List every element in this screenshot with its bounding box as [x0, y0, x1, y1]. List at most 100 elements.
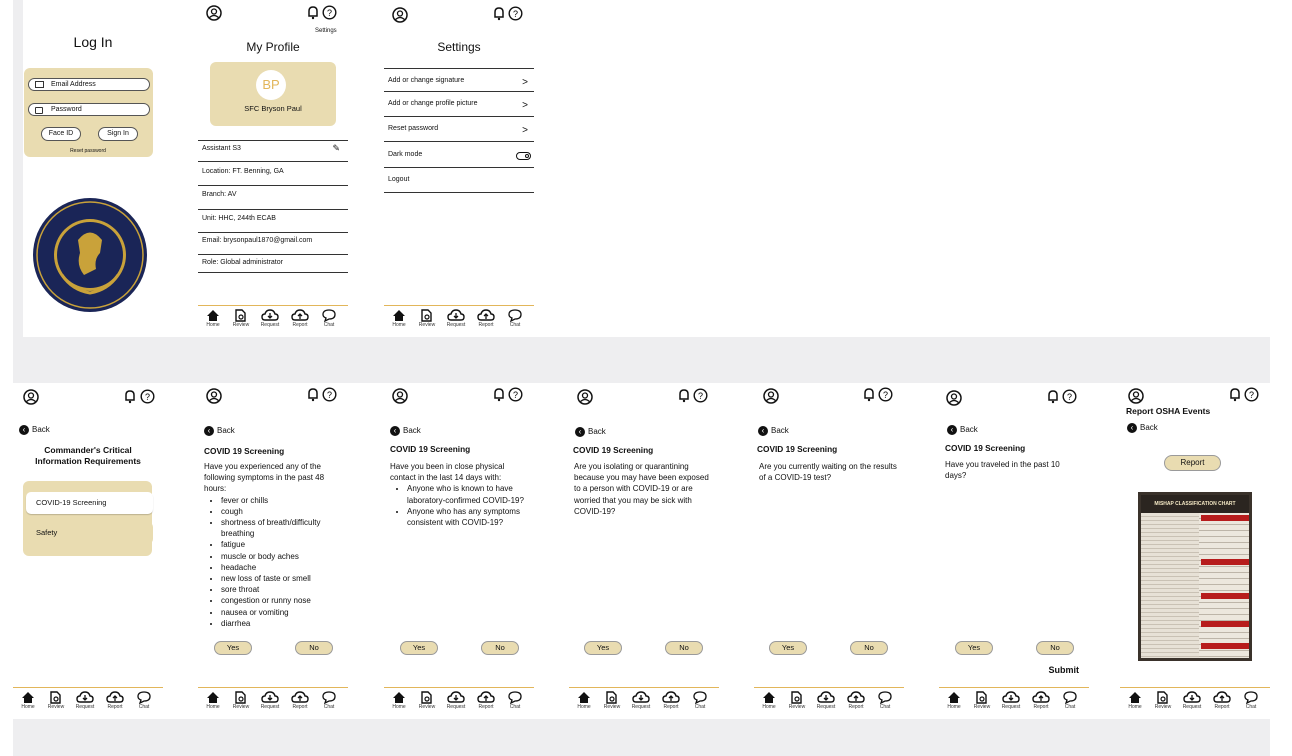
- nav-review[interactable]: Review: [227, 691, 255, 719]
- back-button[interactable]: ‹ Back: [758, 425, 789, 436]
- nav-review[interactable]: Review: [783, 691, 811, 719]
- account-icon[interactable]: [763, 388, 779, 404]
- bell-icon[interactable]: [677, 388, 691, 403]
- nav-chat[interactable]: Chat: [1056, 691, 1084, 719]
- help-icon[interactable]: ?: [508, 387, 523, 402]
- bell-icon[interactable]: [123, 389, 137, 404]
- account-icon[interactable]: [392, 388, 408, 404]
- account-icon[interactable]: [946, 390, 962, 406]
- settings-signature[interactable]: Add or change signature >: [384, 68, 534, 92]
- nav-request[interactable]: Request: [812, 691, 840, 719]
- help-icon[interactable]: ?: [1062, 389, 1077, 404]
- nav-home[interactable]: Home: [385, 309, 413, 337]
- nav-home[interactable]: Home: [570, 691, 598, 719]
- help-icon[interactable]: ?: [322, 5, 337, 20]
- back-button[interactable]: ‹ Back: [947, 424, 978, 435]
- no-button[interactable]: No: [850, 641, 888, 655]
- nav-review[interactable]: Review: [413, 691, 441, 719]
- email-field[interactable]: Email Address: [28, 78, 150, 91]
- nav-chat[interactable]: Chat: [1237, 691, 1265, 719]
- mishap-chart-image[interactable]: MISHAP CLASSIFICATION CHART: [1138, 492, 1252, 661]
- yes-button[interactable]: Yes: [214, 641, 252, 655]
- report-button[interactable]: Report: [1164, 455, 1221, 471]
- signin-button[interactable]: Sign In: [98, 127, 138, 141]
- nav-chat[interactable]: Chat: [315, 309, 343, 337]
- yes-button[interactable]: Yes: [584, 641, 622, 655]
- account-icon[interactable]: [392, 7, 408, 23]
- nav-request[interactable]: Request: [71, 691, 99, 719]
- bell-icon[interactable]: [306, 5, 320, 20]
- no-button[interactable]: No: [481, 641, 519, 655]
- nav-request[interactable]: Request: [1178, 691, 1206, 719]
- nav-request[interactable]: Request: [442, 309, 470, 337]
- help-icon[interactable]: ?: [508, 6, 523, 21]
- faceid-button[interactable]: Face ID: [41, 127, 81, 141]
- back-button[interactable]: ‹ Back: [390, 425, 421, 436]
- bell-icon[interactable]: [1046, 389, 1060, 404]
- password-field[interactable]: Password: [28, 103, 150, 116]
- help-icon[interactable]: ?: [1244, 387, 1259, 402]
- nav-home[interactable]: Home: [199, 691, 227, 719]
- nav-chat[interactable]: Chat: [501, 691, 529, 719]
- no-button[interactable]: No: [665, 641, 703, 655]
- nav-request[interactable]: Request: [627, 691, 655, 719]
- back-button[interactable]: ‹ Back: [1127, 422, 1158, 433]
- nav-report[interactable]: Report: [1027, 691, 1055, 719]
- nav-chat[interactable]: Chat: [130, 691, 158, 719]
- nav-review[interactable]: Review: [42, 691, 70, 719]
- nav-chat[interactable]: Chat: [315, 691, 343, 719]
- no-button[interactable]: No: [1036, 641, 1074, 655]
- safety-option[interactable]: Safety: [26, 522, 153, 544]
- nav-report[interactable]: Report: [1208, 691, 1236, 719]
- back-button[interactable]: ‹ Back: [19, 424, 50, 435]
- nav-home[interactable]: Home: [1121, 691, 1149, 719]
- reset-password-link[interactable]: Reset password: [13, 148, 163, 154]
- yes-button[interactable]: Yes: [400, 641, 438, 655]
- nav-report[interactable]: Report: [842, 691, 870, 719]
- dark-mode-toggle[interactable]: [516, 152, 531, 160]
- settings-logout[interactable]: Logout: [384, 168, 534, 193]
- nav-request[interactable]: Request: [256, 691, 284, 719]
- nav-home[interactable]: Home: [199, 309, 227, 337]
- help-icon[interactable]: ?: [140, 389, 155, 404]
- help-icon[interactable]: ?: [322, 387, 337, 402]
- account-icon[interactable]: [206, 5, 222, 21]
- account-icon[interactable]: [577, 389, 593, 405]
- bell-icon[interactable]: [1228, 387, 1242, 402]
- settings-link[interactable]: Settings: [315, 28, 337, 34]
- nav-review[interactable]: Review: [1149, 691, 1177, 719]
- bell-icon[interactable]: [862, 387, 876, 402]
- nav-report[interactable]: Report: [472, 691, 500, 719]
- account-icon[interactable]: [206, 388, 222, 404]
- nav-request[interactable]: Request: [997, 691, 1025, 719]
- yes-button[interactable]: Yes: [769, 641, 807, 655]
- yes-button[interactable]: Yes: [955, 641, 993, 655]
- nav-review[interactable]: Review: [968, 691, 996, 719]
- account-icon[interactable]: [1128, 388, 1144, 404]
- settings-reset-password[interactable]: Reset password >: [384, 117, 534, 142]
- nav-chat[interactable]: Chat: [871, 691, 899, 719]
- nav-report[interactable]: Report: [657, 691, 685, 719]
- nav-review[interactable]: Review: [413, 309, 441, 337]
- help-icon[interactable]: ?: [693, 388, 708, 403]
- back-button[interactable]: ‹ Back: [204, 425, 235, 436]
- nav-home[interactable]: Home: [940, 691, 968, 719]
- nav-report[interactable]: Report: [101, 691, 129, 719]
- nav-home[interactable]: Home: [385, 691, 413, 719]
- nav-chat[interactable]: Chat: [501, 309, 529, 337]
- bell-icon[interactable]: [492, 387, 506, 402]
- nav-report[interactable]: Report: [286, 309, 314, 337]
- nav-review[interactable]: Review: [227, 309, 255, 337]
- help-icon[interactable]: ?: [878, 387, 893, 402]
- account-icon[interactable]: [23, 389, 39, 405]
- nav-home[interactable]: Home: [14, 691, 42, 719]
- nav-chat[interactable]: Chat: [686, 691, 714, 719]
- nav-report[interactable]: Report: [472, 309, 500, 337]
- back-button[interactable]: ‹ Back: [575, 426, 606, 437]
- nav-request[interactable]: Request: [256, 309, 284, 337]
- edit-icon[interactable]: ✎: [332, 143, 340, 154]
- nav-report[interactable]: Report: [286, 691, 314, 719]
- submit-button[interactable]: Submit: [1049, 665, 1080, 675]
- covid-screening-option[interactable]: COVID-19 Screening: [26, 492, 153, 514]
- no-button[interactable]: No: [295, 641, 333, 655]
